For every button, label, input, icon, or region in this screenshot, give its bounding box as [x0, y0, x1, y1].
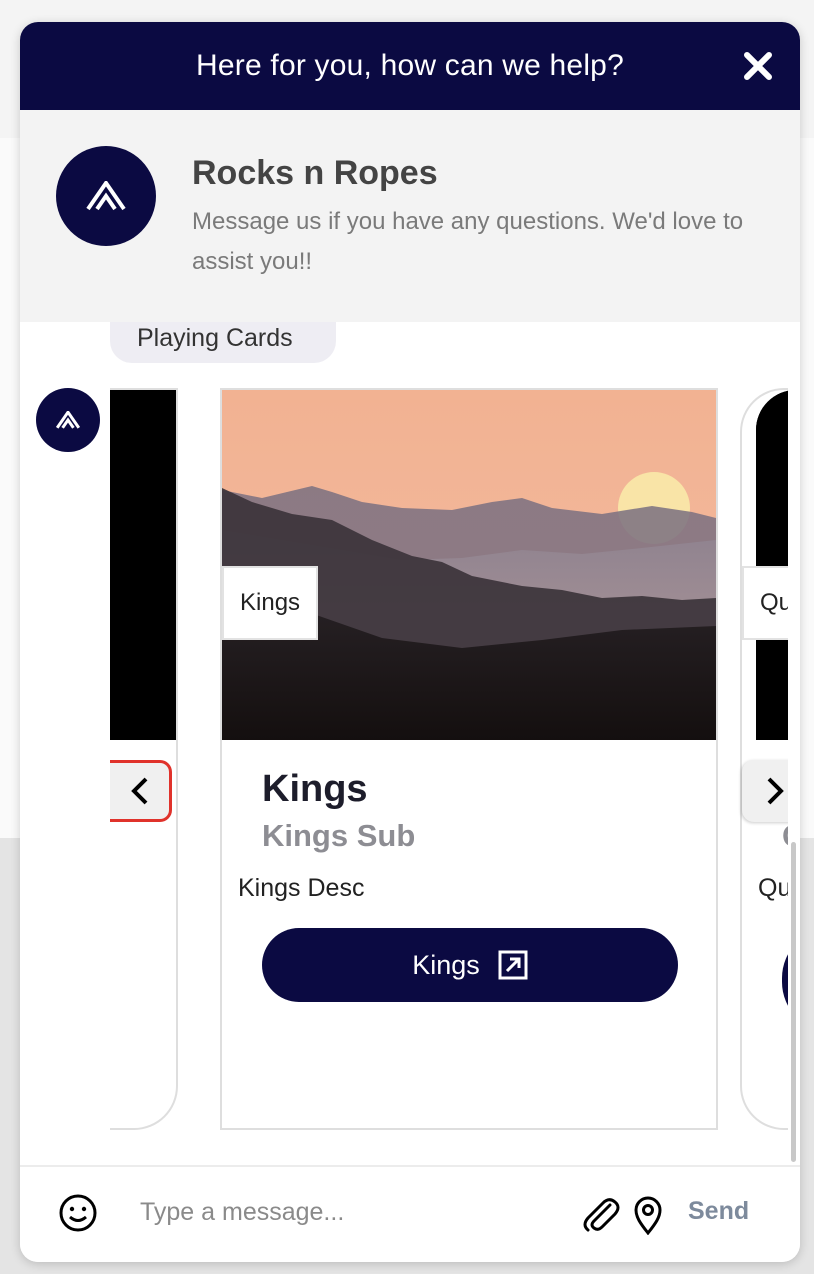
emoji-icon	[59, 1194, 97, 1232]
card-link-button[interactable]: Kings	[262, 928, 678, 1002]
conversation-area[interactable]: Playing Cards Kings Kings Kings Sub King…	[20, 322, 800, 1165]
business-name: Rocks n Ropes	[192, 154, 438, 192]
paperclip-icon	[583, 1198, 620, 1232]
carousel-next-button[interactable]	[742, 760, 788, 822]
emoji-button[interactable]	[58, 1193, 98, 1233]
external-link-icon	[498, 950, 528, 980]
chevron-right-icon	[767, 777, 784, 805]
carousel-prev-button[interactable]	[110, 760, 172, 822]
card-description: Que	[758, 874, 788, 902]
card-button-label: Kings	[412, 949, 480, 980]
attach-button[interactable]	[580, 1195, 620, 1235]
card-title: Kings	[262, 768, 368, 810]
carousel-card-queens[interactable]: Que Q Que	[740, 388, 788, 1130]
close-icon	[744, 52, 772, 80]
product-carousel[interactable]: Kings Kings Kings Sub Kings Desc Kings Q…	[110, 388, 788, 1130]
brand-logo-icon	[86, 181, 126, 211]
bot-avatar	[36, 388, 100, 452]
card-button[interactable]	[782, 928, 788, 1032]
conversation-scrollbar[interactable]	[791, 842, 796, 1162]
card-image	[222, 390, 716, 740]
card-image	[756, 390, 788, 740]
carousel-card-previous[interactable]	[110, 388, 178, 1130]
close-button[interactable]	[738, 46, 778, 86]
chat-widget: Here for you, how can we help? Rocks n R…	[20, 22, 800, 1262]
card-description: Kings Desc	[238, 874, 365, 902]
card-subtitle: Kings Sub	[262, 818, 416, 853]
message-text: Playing Cards	[137, 324, 293, 352]
business-avatar	[56, 146, 156, 246]
brand-logo-icon	[56, 411, 80, 429]
business-profile: Rocks n Ropes Message us if you have any…	[20, 110, 800, 322]
chat-header-title: Here for you, how can we help?	[196, 49, 624, 82]
card-image-label: Que	[742, 566, 788, 640]
business-description: Message us if you have any questions. We…	[192, 208, 744, 275]
location-pin-icon	[634, 1196, 662, 1236]
carousel-card-kings[interactable]: Kings Kings Kings Sub Kings Desc Kings	[220, 388, 718, 1130]
location-button[interactable]	[632, 1195, 664, 1236]
send-button[interactable]: Send	[688, 1197, 749, 1226]
chevron-left-icon	[130, 777, 147, 805]
card-image-label: Kings	[222, 566, 319, 640]
message-input[interactable]	[140, 1187, 570, 1237]
card-image	[110, 390, 176, 740]
card-title: Q	[782, 818, 788, 854]
message-composer: Send	[20, 1165, 800, 1262]
message-bubble: Playing Cards	[110, 322, 336, 363]
chat-header: Here for you, how can we help?	[20, 22, 800, 110]
